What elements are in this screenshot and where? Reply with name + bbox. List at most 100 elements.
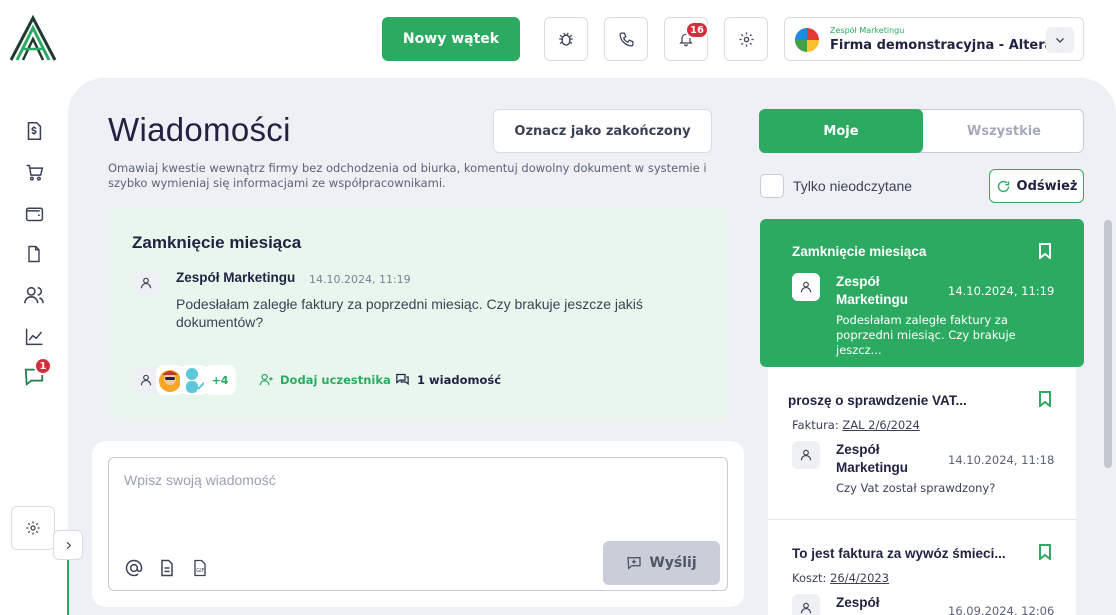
thread-list-item-time: 14.10.2024, 11:19 [948, 284, 1055, 298]
top-bar: Nowy wątek 16 Zespół Marketingu Firma de… [0, 0, 1116, 78]
unread-only-checkbox[interactable] [760, 174, 784, 198]
sidebar-item-contacts[interactable] [22, 283, 46, 307]
thread-list-item-title: To jest faktura za wywóz śmieci... [792, 546, 1006, 561]
gif-icon[interactable]: GIF [190, 558, 210, 578]
thread-list-item[interactable]: proszę o sprawdzenie VAT... Faktura: ZAL… [768, 367, 1076, 520]
thread-list: Zamknięcie miesiąca Zespół Marketingu 14… [760, 219, 1084, 615]
bookmark-icon[interactable] [1038, 391, 1052, 407]
mention-icon[interactable] [124, 558, 144, 578]
user-icon [800, 602, 812, 614]
mark-done-button[interactable]: Oznacz jako zakończony [493, 109, 712, 153]
thread-list-item-preview: Czy Vat został sprawdzony? [836, 481, 996, 495]
attach-document-icon[interactable] [157, 558, 177, 578]
company-team: Zespół Marketingu [830, 26, 905, 35]
wallet-icon [25, 207, 43, 221]
send-label: Wyślij [649, 555, 697, 571]
company-dropdown-toggle[interactable] [1046, 27, 1074, 53]
thread-list-item-author: Zespół Marketingu [836, 274, 909, 307]
thread-filter-toggle: Moje Wszystkie [759, 109, 1084, 153]
expand-sidebar-button[interactable] [53, 530, 83, 560]
refresh-label: Odśwież [1016, 178, 1078, 194]
add-participant-button[interactable]: Dodaj uczestnika [259, 372, 391, 387]
sidebar-item-finance[interactable] [22, 201, 46, 225]
bug-icon [559, 32, 573, 46]
user-icon [800, 449, 812, 461]
sidebar-item-purchases[interactable] [22, 160, 46, 184]
page-description: Omawiaj kwestie wewnątrz firmy bez odcho… [108, 161, 707, 190]
message-count-label: 1 wiadomość [417, 372, 502, 387]
tab-all[interactable]: Wszystkie [924, 110, 1084, 152]
participants[interactable]: +4 [132, 365, 237, 395]
invoice-dollar-icon [27, 121, 42, 141]
refresh-button[interactable]: Odśwież [989, 169, 1084, 203]
notifications-badge: 16 [685, 21, 709, 39]
bookmark-icon[interactable] [1038, 243, 1052, 259]
sidebar-settings-button[interactable] [11, 506, 55, 550]
settings-button[interactable] [724, 17, 768, 61]
thread-list-item-document: Faktura: ZAL 2/6/2024 [792, 418, 920, 432]
thread-list-item-author: Zespół [836, 595, 880, 610]
user-icon [140, 374, 152, 386]
document-link[interactable]: ZAL 2/6/2024 [842, 418, 919, 432]
users-icon [24, 286, 44, 304]
tab-mine[interactable]: Moje [759, 109, 923, 153]
avatar [792, 273, 820, 301]
gear-icon [738, 31, 754, 47]
phone-icon [618, 31, 634, 47]
composer-tools: GIF [124, 558, 210, 578]
thread-list-item-title: proszę o sprawdzenie VAT... [788, 393, 967, 408]
sidebar-item-messages[interactable]: 1 [22, 357, 52, 389]
thread-detail: Zamknięcie miesiąca Zespół Marketingu 14… [108, 207, 728, 420]
messages-icon [396, 373, 409, 386]
new-thread-button[interactable]: Nowy wątek [382, 17, 520, 61]
document-type-label: Koszt: [792, 571, 827, 585]
notifications-button[interactable]: 16 [664, 17, 709, 61]
thread-list-item-time: 16.09.2024, 12:06 [948, 604, 1055, 615]
cart-icon [26, 164, 43, 181]
company-logo [795, 28, 819, 52]
call-button[interactable] [604, 17, 648, 61]
thread-list-item[interactable]: Zamknięcie miesiąca Zespół Marketingu 14… [760, 219, 1084, 367]
company-selector[interactable]: Zespół Marketingu Firma demonstracyjna -… [784, 17, 1084, 61]
document-icon [28, 245, 40, 263]
send-button[interactable]: Wyślij [603, 541, 720, 585]
message-count: 1 wiadomość [395, 372, 501, 387]
thread-list-item-author: Zespół Marketingu [836, 442, 909, 475]
company-name: Firma demonstracyjna - Altera [830, 38, 1054, 53]
message-time: 14.10.2024, 11:19 [309, 273, 411, 286]
thread-list-item-document: Koszt: 26/4/2023 [792, 571, 889, 585]
add-participant-label: Dodaj uczestnika [280, 372, 391, 387]
bookmark-icon[interactable] [1038, 544, 1052, 560]
app-logo[interactable] [8, 14, 58, 64]
chevron-right-icon [66, 541, 71, 549]
refresh-icon [997, 180, 1009, 192]
avatar [792, 594, 820, 615]
svg-text:GIF: GIF [196, 568, 204, 574]
document-link[interactable]: 26/4/2023 [830, 571, 889, 585]
sidebar-item-reports[interactable] [22, 324, 46, 348]
unread-only-filter[interactable]: Tylko nieodczytane [760, 174, 912, 198]
document-type-label: Faktura: [792, 418, 839, 432]
thread-title: Zamknięcie miesiąca [132, 233, 302, 252]
thread-list-item-title: Zamknięcie miesiąca [792, 244, 927, 259]
thread-list-scrollbar[interactable] [1104, 220, 1112, 468]
message-input[interactable]: Wpisz swoją wiadomość GIF Wyślij [108, 457, 728, 591]
sidebar-item-documents[interactable] [22, 242, 46, 266]
user-icon [140, 277, 152, 289]
thread-list-item[interactable]: To jest faktura za wywóz śmieci... Koszt… [768, 520, 1076, 615]
more-participants-count[interactable]: +4 [204, 365, 236, 395]
thread-list-item-time: 14.10.2024, 11:18 [948, 453, 1055, 467]
sidebar-item-invoices[interactable] [22, 119, 46, 143]
page-title: Wiadomości [108, 111, 291, 148]
avatar [132, 269, 160, 297]
message-input-placeholder: Wpisz swoją wiadomość [124, 472, 276, 488]
chevron-down-icon [1056, 38, 1064, 43]
composer-panel: Wpisz swoją wiadomość GIF Wyślij [92, 441, 744, 607]
unread-only-label: Tylko nieodczytane [793, 178, 913, 194]
bug-report-button[interactable] [544, 17, 588, 61]
message-author: Zespół Marketingu [176, 270, 296, 285]
sidebar-divider [67, 560, 69, 615]
avatar [792, 441, 820, 469]
messages-badge: 1 [34, 357, 52, 375]
thread-list-item-preview: Podesłałam zaległe faktury za poprzedni … [836, 313, 1016, 357]
